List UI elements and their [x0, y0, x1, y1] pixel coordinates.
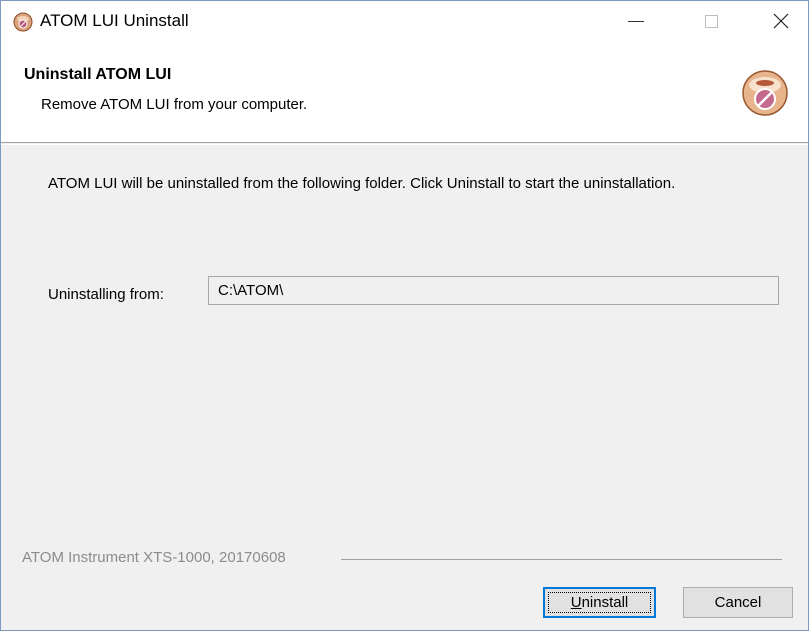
uninstall-window: ATOM LUI Uninstall Uninstall ATOM LUI Re…	[0, 0, 809, 631]
uninstall-path-field[interactable]	[208, 276, 779, 305]
close-icon	[773, 13, 789, 29]
cancel-button[interactable]: Cancel	[683, 587, 793, 618]
window-title: ATOM LUI Uninstall	[40, 11, 189, 30]
uninstall-from-label: Uninstalling from:	[48, 286, 164, 303]
focus-rectangle	[548, 592, 651, 613]
minimize-button[interactable]	[606, 1, 666, 41]
uninstall-description: ATOM LUI will be uninstalled from the fo…	[48, 175, 676, 192]
minimize-icon	[628, 20, 644, 22]
title-bar[interactable]: ATOM LUI Uninstall	[1, 1, 808, 41]
uninstall-disc-icon	[742, 70, 788, 116]
maximize-icon	[704, 14, 718, 28]
close-button[interactable]	[751, 1, 808, 41]
uninstall-button[interactable]: Uninstall	[543, 587, 656, 618]
branding-text: ATOM Instrument XTS-1000, 20170608	[22, 549, 290, 566]
maximize-button[interactable]	[681, 1, 741, 41]
wizard-header: Uninstall ATOM LUI Remove ATOM LUI from …	[1, 41, 808, 143]
header-divider	[1, 144, 808, 145]
branding-divider	[341, 559, 782, 560]
uninstaller-icon	[13, 12, 33, 32]
header-subtitle: Remove ATOM LUI from your computer.	[41, 96, 308, 113]
header-title: Uninstall ATOM LUI	[24, 66, 172, 83]
